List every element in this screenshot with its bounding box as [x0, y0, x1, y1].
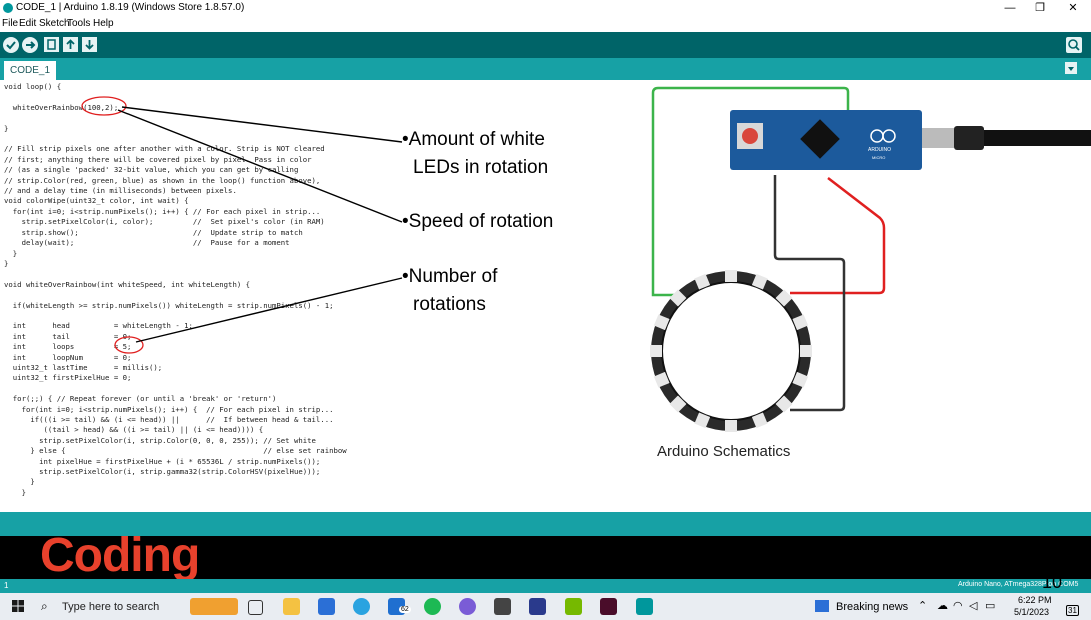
pointer-line-speed — [117, 109, 403, 223]
file-explorer-icon[interactable] — [283, 598, 300, 615]
led-pixel — [725, 270, 737, 282]
tray-chevron-icon[interactable]: ⌃ — [918, 599, 927, 612]
annotation-bullet: • — [402, 211, 409, 232]
coding-overlay-title: Coding — [40, 529, 200, 582]
annotation-bullet: • — [402, 266, 409, 287]
pointer-line-rotations — [135, 277, 403, 343]
usb-cable — [984, 130, 1091, 146]
keyboard-icon[interactable]: ▭ — [985, 599, 995, 612]
windows-start-icon[interactable] — [12, 600, 24, 612]
volume-icon[interactable]: ◁ — [969, 599, 977, 612]
annotation-white-leds-text1: Amount of white — [408, 129, 545, 150]
nvidia-icon[interactable] — [565, 598, 582, 615]
notification-badge[interactable]: 31 — [1066, 605, 1079, 616]
status-line-number: 1 — [4, 581, 9, 590]
annotation-speed-text: Speed of rotation — [408, 211, 554, 232]
red-wire — [790, 177, 886, 295]
arduino-schematic: ARDUINO MICRO — [650, 86, 1091, 432]
3d-app-icon[interactable] — [494, 598, 511, 615]
schematic-label: Arduino Schematics — [657, 443, 791, 460]
led-ring-inner — [661, 281, 801, 421]
annotation-rotations-text1: Number of — [408, 266, 498, 287]
usb-connector — [922, 128, 954, 148]
copilot-icon[interactable] — [459, 598, 476, 615]
store-icon[interactable] — [318, 598, 335, 615]
vs-app-icon[interactable] — [529, 598, 546, 615]
clock-time[interactable]: 6:22 PM — [1018, 595, 1052, 605]
news-icon[interactable] — [815, 600, 829, 612]
status-bar — [0, 579, 1091, 593]
taskbar-search-input[interactable]: Type here to search — [62, 601, 159, 613]
usb-plug — [954, 126, 984, 150]
edge-icon[interactable] — [353, 598, 370, 615]
wifi-icon[interactable]: ◠ — [953, 599, 963, 612]
annotation-white-leds-line2: LEDs in rotation — [413, 157, 549, 178]
search-highlight-image-icon[interactable] — [190, 598, 238, 615]
highlight-circle-loops — [114, 336, 144, 354]
slide-number: 10 — [1042, 572, 1063, 592]
led-pixel — [800, 345, 812, 357]
led-pixel — [725, 420, 737, 432]
highlight-circle-rainbow-args — [81, 96, 127, 116]
arduino-taskbar-icon[interactable] — [636, 598, 653, 615]
board-sub-text: MICRO — [872, 155, 885, 160]
pointer-line-white-leds — [121, 106, 403, 143]
task-view-icon[interactable] — [248, 600, 263, 615]
annotation-rotations-line2: rotations — [413, 294, 486, 315]
board-logo-text: ARDUINO — [868, 147, 891, 153]
indesign-icon[interactable] — [600, 598, 617, 615]
annotation-rotations-line1: •Number of — [402, 263, 497, 291]
news-widget[interactable]: Breaking news — [836, 601, 908, 613]
cloud-icon[interactable]: ☁ — [937, 599, 948, 612]
annotation-speed: •Speed of rotation — [402, 208, 553, 236]
annotation-bullet: • — [402, 129, 409, 150]
reset-button-icon — [742, 128, 758, 144]
spotify-icon[interactable] — [424, 598, 441, 615]
annotation-white-leds-line1: •Amount of white — [402, 126, 545, 154]
search-icon[interactable]: ⌕ — [41, 599, 48, 614]
led-pixel — [650, 345, 662, 357]
clock-date[interactable]: 5/1/2023 — [1014, 607, 1049, 617]
mail-badge: 62 — [399, 606, 411, 613]
